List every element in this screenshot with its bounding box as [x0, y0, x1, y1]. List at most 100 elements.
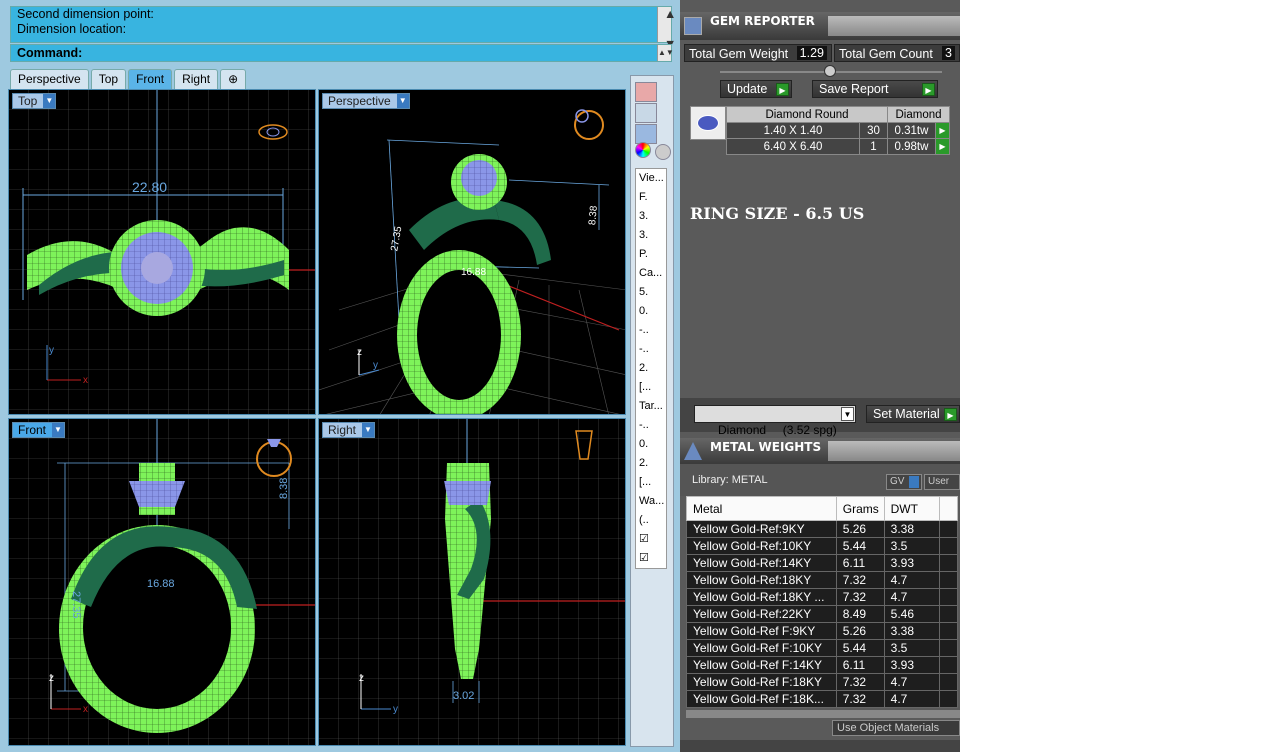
svg-text:x: x — [83, 704, 88, 715]
viewport-label-top[interactable]: Top ▼ — [12, 93, 57, 109]
viewport-label-perspective[interactable]: Perspective ▼ — [322, 93, 410, 109]
front-dim-height: 27.35 — [70, 591, 82, 619]
persp-dim-top: 8.38 — [587, 205, 600, 226]
checkbox[interactable]: ☑ — [636, 530, 666, 549]
list-item[interactable]: [... — [636, 473, 666, 492]
gem-reporter-icon — [684, 17, 702, 35]
command-input[interactable]: Command: ▲▼ — [10, 44, 674, 62]
user-toggle[interactable]: User — [924, 474, 960, 490]
slider-handle[interactable] — [824, 65, 836, 77]
chevron-down-icon[interactable]: ▼ — [841, 407, 854, 421]
add-tab-button[interactable]: ⊕ — [220, 69, 247, 89]
viewport-label-front[interactable]: Front ▼ — [12, 422, 66, 438]
gem-plugin-panel: GEM REPORTER Total Gem Weight 1.29 Total … — [680, 0, 960, 752]
list-item[interactable]: 5. — [636, 283, 666, 302]
play-icon: ▶ — [922, 83, 935, 96]
table-row[interactable]: 1.40 X 1.40 30 0.31tw ▶ — [726, 122, 950, 139]
table-row[interactable]: Yellow Gold-Ref F:18KY 7.32 4.7 — [686, 673, 958, 691]
list-item[interactable]: 3. — [636, 226, 666, 245]
table-row[interactable]: Yellow Gold-Ref:22KY 8.49 5.46 — [686, 605, 958, 623]
table-row[interactable]: 6.40 X 6.40 1 0.98tw ▶ — [726, 138, 950, 155]
table-header: Diamond — [887, 106, 950, 123]
gem-table: Diamond Round Diamond 1.40 X 1.40 30 0.31tw… — [726, 106, 950, 155]
checkbox[interactable]: ☑ — [636, 549, 666, 568]
list-item[interactable]: F. — [636, 188, 666, 207]
svg-text:z: z — [357, 347, 362, 358]
chevron-down-icon[interactable]: ▼ — [52, 423, 65, 437]
app-window: Second dimension point: Dimension locati… — [0, 0, 1274, 752]
list-item[interactable]: -.. — [636, 340, 666, 359]
gv-toggle[interactable]: GV — [886, 474, 922, 490]
play-icon[interactable]: ▶ — [935, 138, 950, 155]
list-item[interactable]: 2. — [636, 454, 666, 473]
viewport-front[interactable]: 16.88 27.35 8.38 x z Front ▼ — [8, 418, 316, 746]
top-view-canvas: x y 22.80 — [9, 90, 315, 414]
front-dim-width: 16.88 — [147, 578, 175, 590]
metal-weights-header: METAL WEIGHTS — [680, 438, 960, 464]
front-view-canvas: 16.88 27.35 8.38 x z — [9, 419, 315, 745]
tab-top[interactable]: Top — [90, 69, 127, 89]
group-label: Ca... — [639, 267, 663, 279]
tab-right[interactable]: Right — [174, 69, 219, 89]
viewport-right[interactable]: 3.02 y z Right ▼ — [318, 418, 626, 746]
command-scroll[interactable]: ▲▼ — [657, 45, 674, 61]
header-bar — [828, 441, 960, 461]
chevron-down-icon[interactable]: ▼ — [396, 94, 409, 108]
properties-panel: Vie... F. 3. 3. P. Ca... 5. 0. -.. -.. 2… — [630, 75, 674, 747]
layer-icon[interactable] — [635, 82, 657, 102]
chevron-down-icon[interactable]: ▼ — [362, 423, 375, 437]
total-gem-count: Total Gem Count 3 — [834, 44, 960, 62]
play-icon[interactable]: ▶ — [935, 122, 950, 139]
tab-perspective[interactable]: Perspective — [10, 69, 89, 89]
save-report-button[interactable]: Save Report ▶ — [812, 80, 938, 98]
list-item[interactable]: P. — [636, 245, 666, 264]
view-properties-list: Vie... F. 3. 3. P. Ca... 5. 0. -.. -.. 2… — [635, 168, 667, 569]
section-title: METAL WEIGHTS — [710, 440, 822, 454]
chevron-down-icon[interactable]: ▼ — [43, 94, 56, 108]
table-row[interactable]: Yellow Gold-Ref:10KY 5.44 3.5 — [686, 537, 958, 555]
viewport-label-right[interactable]: Right ▼ — [322, 422, 376, 438]
table-row[interactable]: Yellow Gold-Ref:14KY 6.11 3.93 — [686, 554, 958, 572]
right-dim-bottom: 3.02 — [453, 690, 474, 702]
table-row[interactable]: Yellow Gold-Ref:18KY 7.32 4.7 — [686, 571, 958, 589]
horizontal-scrollbar[interactable] — [686, 710, 960, 718]
table-row[interactable]: Yellow Gold-Ref F:9KY 5.26 3.38 — [686, 622, 958, 640]
list-item[interactable]: 0. — [636, 302, 666, 321]
table-row[interactable]: Yellow Gold-Ref:9KY 5.26 3.38 — [686, 520, 958, 538]
metal-table: Metal Grams DWT Yellow Gold-Ref:9KY 5.26 3.3… — [686, 496, 958, 708]
gear-icon[interactable] — [655, 144, 671, 160]
table-row[interactable]: Yellow Gold-Ref F:14KY 6.11 3.93 — [686, 656, 958, 674]
use-object-materials-toggle[interactable]: Use Object Materials — [832, 720, 960, 736]
viewport-tabs: Perspective Top Front Right ⊕ — [10, 69, 247, 89]
table-header: Metal — [686, 496, 837, 521]
list-item[interactable]: 3. — [636, 207, 666, 226]
set-material-button[interactable]: Set Material ▶ — [866, 405, 960, 423]
update-button[interactable]: Update ▶ — [720, 80, 792, 98]
tab-front[interactable]: Front — [128, 69, 173, 89]
display-icon[interactable] — [635, 103, 657, 123]
command-history: Second dimension point: Dimension locati… — [10, 6, 676, 51]
footer-bar — [680, 740, 960, 752]
list-item[interactable]: -.. — [636, 321, 666, 340]
history-line: Second dimension point: — [17, 7, 154, 21]
history-scrollbar[interactable]: ▲▼ — [657, 7, 676, 51]
table-row[interactable]: Yellow Gold-Ref:18KY ... 7.32 4.7 — [686, 588, 958, 606]
material-select[interactable]: Diamond (3.52 spg) ▼ — [694, 405, 856, 437]
svg-text:z: z — [359, 673, 364, 684]
list-item[interactable]: [... — [636, 378, 666, 397]
right-view-canvas: 3.02 y z — [319, 419, 625, 745]
viewport-perspective[interactable]: 16.88 27.35 8.38 z y Perspective ▼ — [318, 89, 626, 415]
history-line: Dimension location: — [17, 22, 127, 36]
list-item[interactable]: -.. — [636, 416, 666, 435]
metal-weights-icon — [684, 442, 702, 460]
list-item[interactable]: 0. — [636, 435, 666, 454]
viewport-top[interactable]: x y 22.80 Top ▼ — [8, 89, 316, 415]
diamond-round-icon — [690, 106, 726, 140]
help-icon[interactable] — [635, 124, 657, 144]
list-item[interactable]: 2. — [636, 359, 666, 378]
list-item[interactable]: (.. — [636, 511, 666, 530]
viewport-area: x y 22.80 Top ▼ 16.88 27.35 8.38 z y Per… — [8, 89, 626, 747]
table-row[interactable]: Yellow Gold-Ref F:10KY 5.44 3.5 — [686, 639, 958, 657]
table-row[interactable]: Yellow Gold-Ref F:18K... 7.32 4.7 — [686, 690, 958, 708]
color-wheel-icon[interactable] — [635, 142, 651, 158]
